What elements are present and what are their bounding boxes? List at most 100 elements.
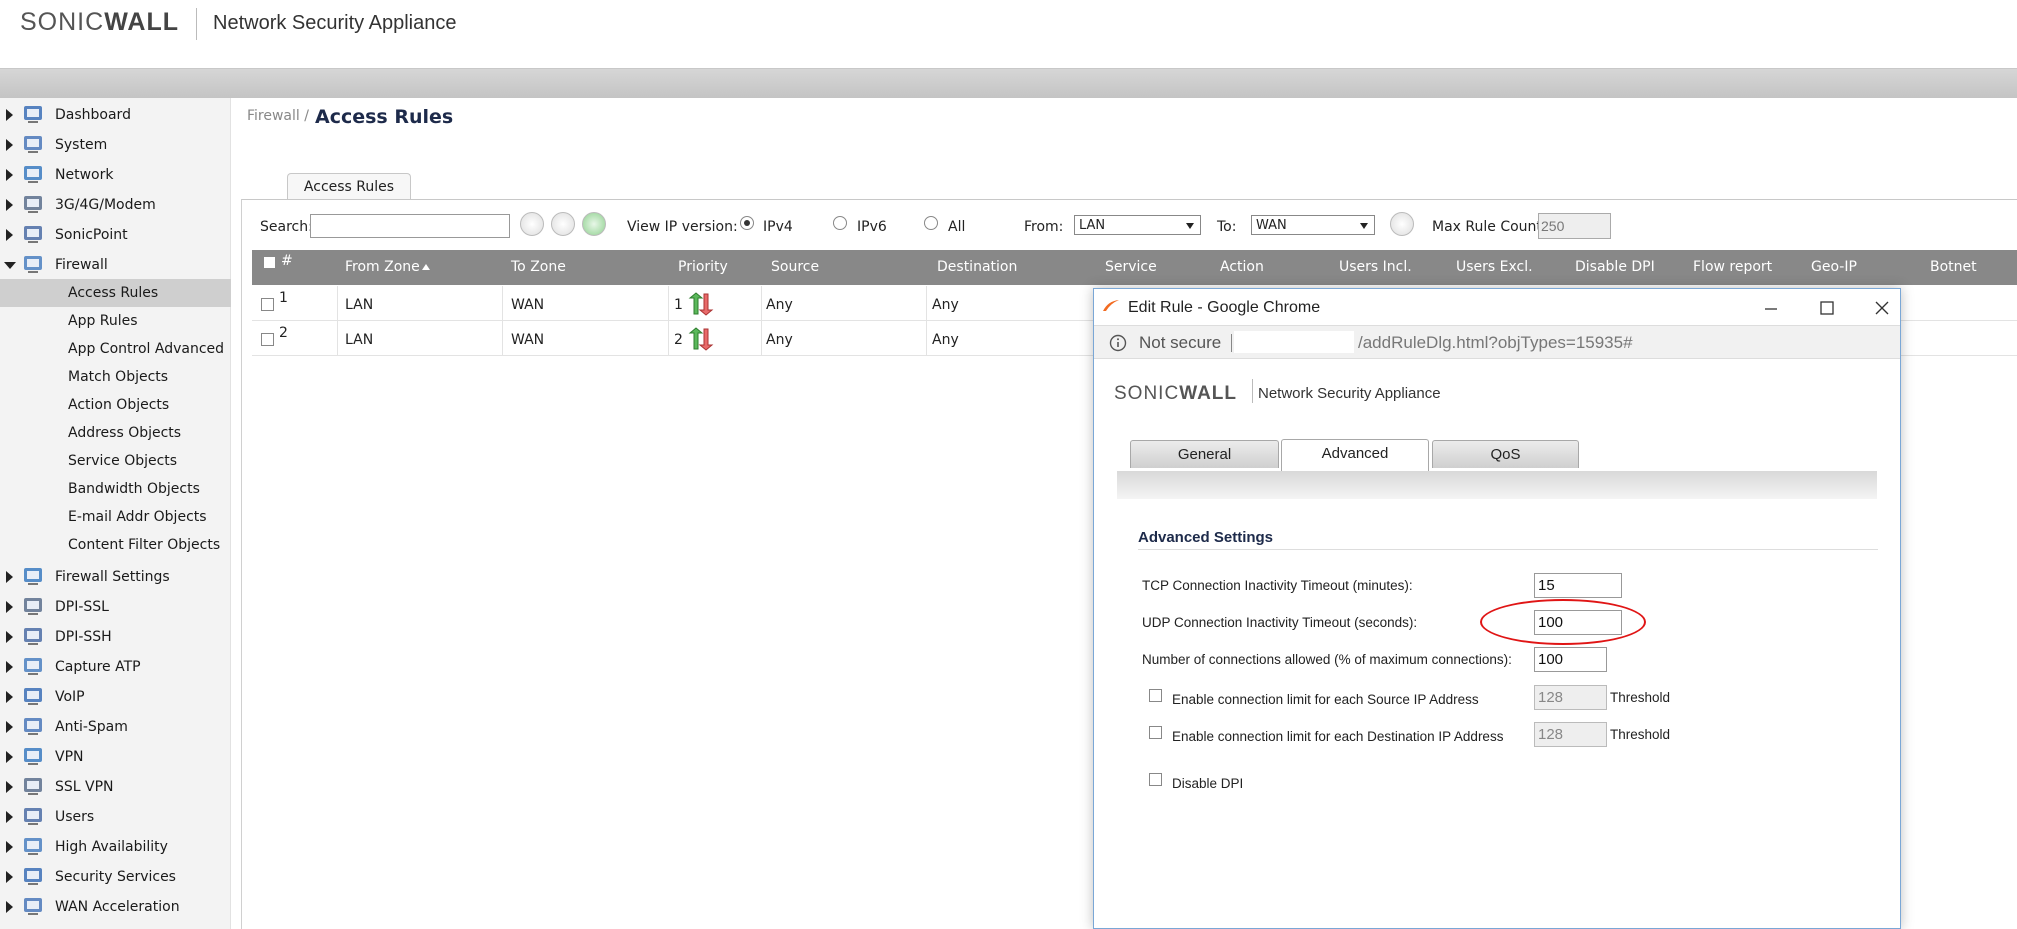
from-zone-select[interactable]: LAN [1074, 215, 1201, 235]
chevron-down-icon[interactable] [4, 262, 16, 269]
chevron-right-icon[interactable] [6, 781, 13, 793]
sidebar-subitem-address-objects[interactable]: Address Objects [0, 419, 231, 447]
rules-toolbar: Search: View IP version: IPv4 IPv6 All F… [241, 206, 2017, 244]
sidebar-subitem-app-rules[interactable]: App Rules [0, 307, 231, 335]
tab-access-rules[interactable]: Access Rules [287, 173, 411, 201]
tab-qos[interactable]: QoS [1432, 440, 1579, 468]
disable-dpi-checkbox[interactable] [1149, 773, 1162, 786]
chevron-right-icon[interactable] [6, 901, 13, 913]
col-botnet[interactable]: Botnet [1930, 259, 1977, 275]
chevron-right-icon[interactable] [6, 109, 13, 121]
ipv6-radio[interactable] [833, 216, 847, 230]
col-to-zone[interactable]: To Zone [511, 259, 566, 275]
sidebar-item-vpn[interactable]: VPN [0, 742, 231, 772]
sidebar-item-voip[interactable]: VoIP [0, 682, 231, 712]
destination-limit-checkbox[interactable] [1149, 726, 1162, 739]
sidebar-item-sonicpoint[interactable]: SonicPoint [0, 220, 231, 250]
sidebar-subitem-content-filter-objects[interactable]: Content Filter Objects [0, 531, 231, 559]
sidebar-subitem-app-control-advanced[interactable]: App Control Advanced [0, 335, 231, 363]
sidebar-item-capture-atp[interactable]: Capture ATP [0, 652, 231, 682]
chevron-right-icon[interactable] [6, 841, 13, 853]
maximize-icon[interactable] [1807, 295, 1847, 321]
ssl-vpn-icon [24, 778, 42, 795]
tools-icon[interactable] [551, 212, 575, 236]
chevron-right-icon[interactable] [6, 571, 13, 583]
chevron-right-icon[interactable] [6, 229, 13, 241]
sidebar-subitem-label: E-mail Addr Objects [68, 509, 207, 525]
tab-advanced[interactable]: Advanced [1281, 439, 1429, 471]
info-icon[interactable] [1109, 334, 1127, 352]
sidebar-subitem-bandwidth-objects[interactable]: Bandwidth Objects [0, 475, 231, 503]
ipv4-radio[interactable] [740, 216, 754, 230]
source-limit-checkbox[interactable] [1149, 689, 1162, 702]
tcp-timeout-field[interactable] [1534, 573, 1622, 598]
window-titlebar[interactable]: Edit Rule - Google Chrome [1094, 289, 1900, 325]
chevron-right-icon[interactable] [6, 691, 13, 703]
sidebar-item-users[interactable]: Users [0, 802, 231, 832]
left-navigation: Dashboard System Network 3G/4G/Modem SonicPo… [0, 98, 231, 929]
chevron-right-icon[interactable] [6, 139, 13, 151]
sidebar-subitem-action-objects[interactable]: Action Objects [0, 391, 231, 419]
sidebar-item-3g-4g-modem[interactable]: 3G/4G/Modem [0, 190, 231, 220]
address-bar[interactable]: Not secure /addRuleDlg.html?objTypes=159… [1094, 325, 1900, 359]
sidebar-subitem-match-objects[interactable]: Match Objects [0, 363, 231, 391]
col-source[interactable]: Source [771, 259, 819, 275]
sidebar-item-system[interactable]: System [0, 130, 231, 160]
refresh-icon[interactable] [582, 212, 606, 236]
col-flow-report[interactable]: Flow report [1693, 259, 1772, 275]
chevron-right-icon[interactable] [6, 871, 13, 883]
select-all-checkbox[interactable] [263, 256, 276, 269]
col-users-excl[interactable]: Users Excl. [1456, 259, 1533, 275]
sidebar-subitem-access-rules[interactable]: Access Rules [0, 279, 231, 307]
col-action[interactable]: Action [1220, 259, 1264, 275]
close-icon[interactable] [1862, 295, 1902, 321]
chevron-right-icon[interactable] [6, 601, 13, 613]
sidebar-subitem-service-objects[interactable]: Service Objects [0, 447, 231, 475]
shield-icon [24, 868, 42, 885]
col-disable-dpi[interactable]: Disable DPI [1575, 259, 1655, 275]
column-grid-icon[interactable] [1390, 212, 1414, 236]
breadcrumb[interactable]: Firewall / [247, 108, 309, 124]
row-checkbox[interactable] [261, 298, 274, 311]
sidebar-item-dpi-ssh[interactable]: DPI-SSH [0, 622, 231, 652]
chevron-right-icon[interactable] [6, 811, 13, 823]
col-service[interactable]: Service [1105, 259, 1157, 275]
chevron-right-icon[interactable] [6, 199, 13, 211]
sidebar-item-anti-spam[interactable]: Anti-Spam [0, 712, 231, 742]
connections-allowed-field[interactable] [1534, 647, 1607, 672]
sidebar-item-wan-acceleration[interactable]: WAN Acceleration [0, 892, 231, 922]
logo-divider [1252, 379, 1253, 403]
sidebar-item-label: VoIP [55, 689, 85, 705]
row-destination: Any [932, 297, 959, 313]
sidebar-item-dashboard[interactable]: Dashboard [0, 100, 231, 130]
minimize-icon[interactable] [1751, 295, 1791, 321]
col-geo-ip[interactable]: Geo-IP [1811, 259, 1857, 275]
sidebar-item-network[interactable]: Network [0, 160, 231, 190]
col-from-zone[interactable]: From Zone [345, 259, 420, 275]
all-radio[interactable] [924, 216, 938, 230]
sidebar-item-dpi-ssl[interactable]: DPI-SSL [0, 592, 231, 622]
search-input[interactable] [310, 214, 510, 238]
col-users-incl[interactable]: Users Incl. [1339, 259, 1412, 275]
sidebar-item-ssl-vpn[interactable]: SSL VPN [0, 772, 231, 802]
to-zone-select[interactable]: WAN [1251, 215, 1375, 235]
row-checkbox[interactable] [261, 333, 274, 346]
chevron-right-icon[interactable] [6, 169, 13, 181]
chevron-right-icon[interactable] [6, 661, 13, 673]
chevron-right-icon[interactable] [6, 721, 13, 733]
tab-general[interactable]: General [1130, 440, 1279, 468]
col-priority[interactable]: Priority [678, 259, 728, 275]
sidebar-item-high-availability[interactable]: High Availability [0, 832, 231, 862]
priority-arrows-icon[interactable] [688, 327, 714, 351]
sidebar-item-security-services[interactable]: Security Services [0, 862, 231, 892]
all-label: All [948, 219, 966, 235]
col-number[interactable]: # [281, 253, 293, 269]
sidebar-subitem-e-mail-addr-objects[interactable]: E-mail Addr Objects [0, 503, 231, 531]
col-destination[interactable]: Destination [937, 259, 1017, 275]
print-icon[interactable] [520, 212, 544, 236]
chevron-right-icon[interactable] [6, 631, 13, 643]
priority-arrows-icon[interactable] [688, 292, 714, 316]
sidebar-item-firewall-settings[interactable]: Firewall Settings [0, 562, 231, 592]
sidebar-item-firewall[interactable]: Firewall [0, 250, 231, 280]
chevron-right-icon[interactable] [6, 751, 13, 763]
